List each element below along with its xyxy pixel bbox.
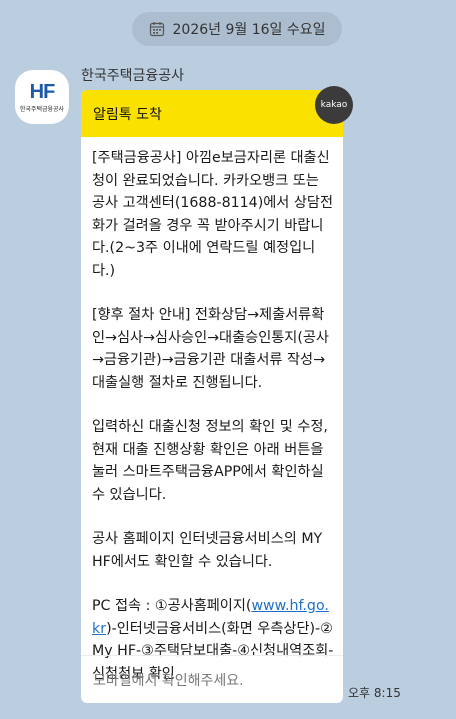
calendar-icon — [149, 22, 164, 37]
sender-name: 한국주택금융공사 — [81, 68, 185, 84]
message-paragraph-3: 입력하신 대출신청 정보의 확인 및 수정, 현재 대출 진행상황 확인은 아래… — [92, 419, 328, 503]
pc-prefix: PC 접속 : ①공사홈페이지( — [92, 598, 252, 614]
hf-logo: HF — [29, 80, 56, 103]
message-paragraph-2: [향후 절차 안내] 전화상담→제출서류확인→심사→심사승인→대출승인통지(공사… — [92, 307, 329, 391]
message-time: 오후 8:15 — [348, 686, 401, 700]
message-paragraph-4: 공사 홈페이지 인터넷금융서비스의 MY HF에서도 확인할 수 있습니다. — [92, 531, 323, 570]
kakao-badge: kakao — [315, 86, 353, 124]
sender-avatar[interactable]: HF 한국주택금융공사 — [15, 70, 69, 124]
message-footer: 모바일에서 확인해주세요. — [81, 655, 343, 703]
date-divider: 2026년 9월 16일 수요일 — [132, 12, 342, 46]
date-label: 2026년 9월 16일 수요일 — [172, 22, 326, 38]
message-header: 알림톡 도착 — [81, 90, 343, 137]
message-bubble: 알림톡 도착 [주택금융공사] 아낌e보금자리론 대출신청이 완료되었습니다. … — [81, 90, 343, 703]
avatar-logo-text: 한국주택금융공사 — [19, 105, 65, 113]
message-body: [주택금융공사] 아낌e보금자리론 대출신청이 완료되었습니다. 카카오뱅크 또… — [81, 137, 343, 685]
message-paragraph-1: [주택금융공사] 아낌e보금자리론 대출신청이 완료되었습니다. 카카오뱅크 또… — [92, 150, 333, 279]
